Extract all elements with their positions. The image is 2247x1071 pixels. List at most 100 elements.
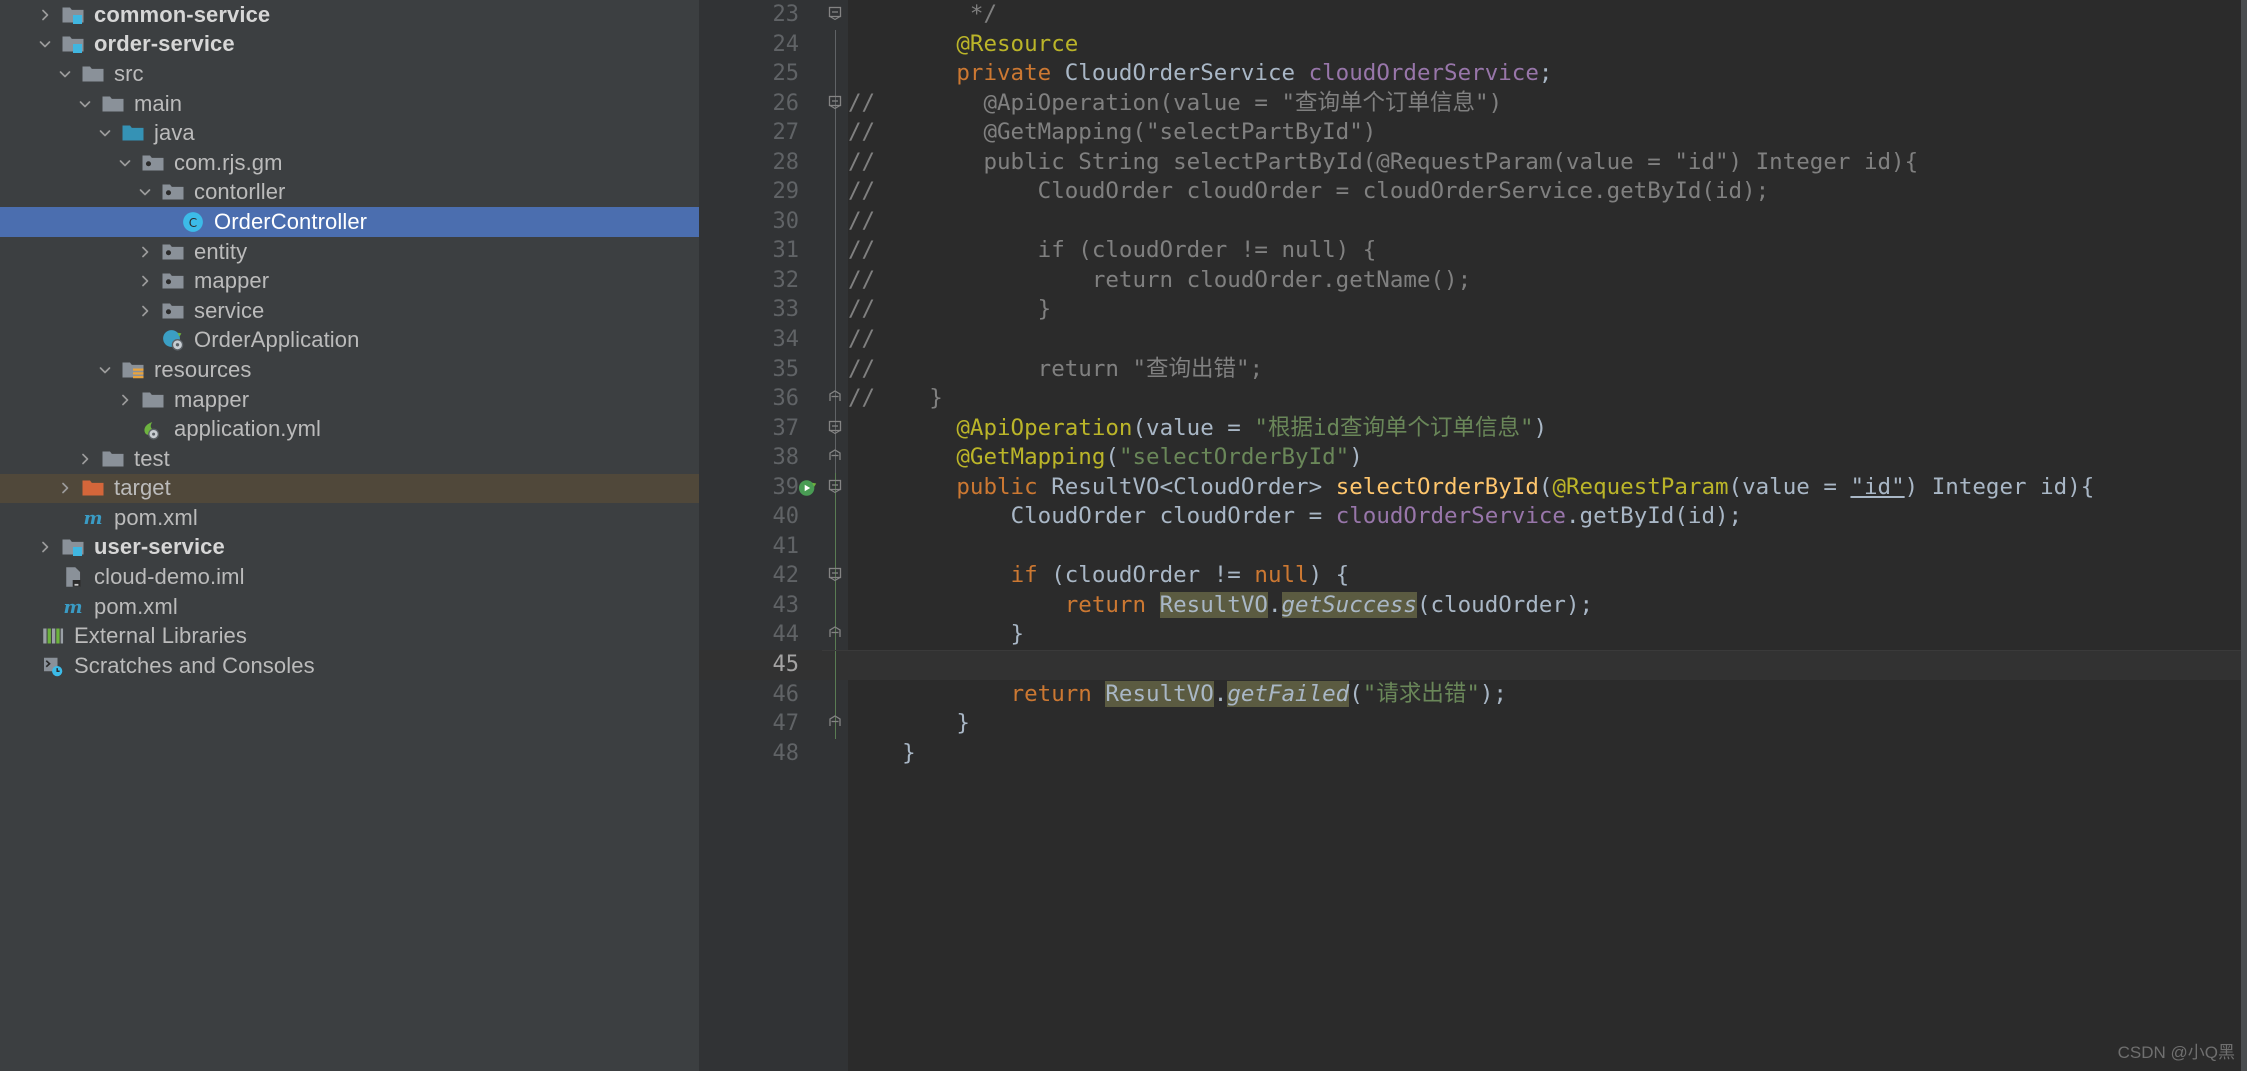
chevron-right-icon[interactable] (132, 243, 158, 261)
tree-item-label: OrderApplication (194, 327, 360, 353)
run-gutter-icon[interactable] (797, 477, 819, 499)
chevron-down-icon[interactable] (32, 35, 58, 53)
code-line[interactable]: 39 public ResultVO<CloudOrder> selectOrd… (699, 472, 2247, 503)
chevron-down-icon[interactable] (72, 95, 98, 113)
chevron-down-icon[interactable] (112, 154, 138, 172)
code-text: // return cloudOrder.getName(); (848, 266, 1472, 293)
code-line[interactable]: 29 // CloudOrder cloudOrder = cloudOrderS… (699, 177, 2247, 207)
java-class-icon: C (178, 210, 208, 234)
tree-item-src[interactable]: src (0, 59, 699, 89)
code-editor[interactable]: 23 */24 @Resource 25 private CloudOrderSe… (699, 0, 2247, 1071)
line-number: 43 (772, 592, 800, 618)
package-icon (158, 269, 188, 293)
tree-item-external-libraries[interactable]: External Libraries (0, 621, 699, 651)
code-line[interactable]: 37 @ApiOperation(value = "根据id查询单个订单信息") (699, 413, 2247, 444)
chevron-down-icon[interactable] (92, 361, 118, 379)
code-line[interactable]: 25 private CloudOrderService cloudOrderS… (699, 59, 2247, 89)
tree-item-resources[interactable]: resources (0, 355, 699, 385)
code-line[interactable]: 45 (699, 650, 2247, 680)
tree-item-common-service[interactable]: common-service (0, 0, 699, 30)
code-text: // if (cloudOrder != null) { (848, 237, 1377, 264)
code-line[interactable]: 28 // public String selectPartById(@Reque… (699, 147, 2247, 178)
editor-scrollbar[interactable] (2241, 0, 2247, 1071)
tree-item-label: application.yml (174, 416, 322, 442)
project-tool-window[interactable]: common-service order-service src main java co… (0, 0, 699, 1071)
code-line[interactable]: 48 } (699, 739, 2247, 769)
code-line[interactable]: 27 // @GetMapping("selectPartById") (699, 118, 2247, 148)
tree-item-ordercontroller[interactable]: C OrderController (0, 207, 699, 237)
line-number: 37 (772, 415, 800, 441)
tree-item-cloud-demo-iml[interactable]: cloud-demo.iml (0, 562, 699, 592)
tree-item-java[interactable]: java (0, 118, 699, 148)
tree-item-scratches-and-consoles[interactable]: Scratches and Consoles (0, 651, 699, 681)
chevron-down-icon[interactable] (92, 124, 118, 142)
external-libraries-icon (38, 624, 68, 648)
tree-item-mapper[interactable]: mapper (0, 266, 699, 296)
tree-item-label: pom.xml (114, 504, 198, 530)
code-line[interactable]: 23 */ (699, 0, 2247, 30)
tree-item-pom-xml[interactable]: m pom.xml (0, 503, 699, 533)
code-text: // } (848, 385, 943, 412)
line-number: 38 (772, 445, 800, 471)
fold-end-icon[interactable] (825, 384, 845, 414)
fold-collapse-icon[interactable] (825, 414, 845, 444)
chevron-right-icon[interactable] (72, 450, 98, 468)
chevron-right-icon[interactable] (132, 272, 158, 290)
code-line[interactable]: 40 CloudOrder cloudOrder = cloudOrderSer… (699, 502, 2247, 532)
code-line[interactable]: 26 // @ApiOperation(value = "查询单个订单信息") (699, 88, 2247, 119)
code-line[interactable]: 47 } (699, 709, 2247, 739)
code-line[interactable]: 46 return ResultVO.getFailed("请求出错"); (699, 679, 2247, 710)
code-text: // } (848, 296, 1052, 323)
spring-yaml-icon (138, 417, 168, 441)
code-line[interactable]: 30 // (699, 206, 2247, 237)
chevron-right-icon[interactable] (132, 302, 158, 320)
code-line[interactable]: 43 return ResultVO.getSuccess(cloudOrder… (699, 590, 2247, 621)
chevron-right-icon[interactable] (52, 479, 78, 497)
code-line[interactable]: 44 } (699, 620, 2247, 651)
tree-item-label: user-service (94, 534, 225, 560)
code-line[interactable]: 36 // } (699, 384, 2247, 414)
chevron-right-icon[interactable] (32, 6, 58, 24)
tree-item-label: java (154, 120, 195, 146)
package-icon (158, 240, 188, 264)
tree-item-mapper[interactable]: mapper (0, 385, 699, 415)
code-line[interactable]: 34 // (699, 325, 2247, 355)
code-line[interactable]: 41 (699, 531, 2247, 562)
code-line[interactable]: 33 // } (699, 295, 2247, 326)
chevron-down-icon[interactable] (52, 65, 78, 83)
chevron-down-icon[interactable] (132, 183, 158, 201)
tree-item-application-yml[interactable]: application.yml (0, 414, 699, 444)
tree-item-orderapplication[interactable]: OrderApplication (0, 326, 699, 356)
chevron-right-icon[interactable] (32, 538, 58, 556)
fold-end-icon[interactable] (825, 620, 845, 650)
fold-collapse-icon[interactable] (825, 561, 845, 591)
tree-item-service[interactable]: service (0, 296, 699, 326)
fold-region-line (834, 59, 836, 89)
fold-end-icon[interactable] (825, 443, 845, 473)
tree-item-user-service[interactable]: user-service (0, 533, 699, 563)
tree-item-contorller[interactable]: contorller (0, 178, 699, 208)
tree-item-pom-xml[interactable]: m pom.xml (0, 592, 699, 622)
code-line[interactable]: 35 // return "查询出错"; (699, 354, 2247, 385)
fold-collapse-icon[interactable] (825, 89, 845, 119)
ide-window: common-service order-service src main java co… (0, 0, 2247, 1071)
fold-region-line (834, 177, 836, 207)
code-line[interactable]: 38 @GetMapping("selectOrderById") (699, 443, 2247, 473)
folder-icon (98, 447, 128, 471)
fold-collapse-icon[interactable] (825, 0, 845, 30)
tree-item-test[interactable]: test (0, 444, 699, 474)
code-line[interactable]: 32 // return cloudOrder.getName(); (699, 265, 2247, 296)
tree-item-order-service[interactable]: order-service (0, 30, 699, 60)
line-number: 44 (772, 622, 800, 648)
tree-item-com-rjs-gm[interactable]: com.rjs.gm (0, 148, 699, 178)
code-line[interactable]: 31 // if (cloudOrder != null) { (699, 236, 2247, 266)
code-line[interactable]: 42 if (cloudOrder != null) { (699, 561, 2247, 591)
tree-item-target[interactable]: target (0, 473, 699, 504)
fold-end-icon[interactable] (825, 709, 845, 739)
chevron-right-icon[interactable] (112, 391, 138, 409)
fold-collapse-icon[interactable] (825, 473, 845, 503)
tree-item-main[interactable]: main (0, 89, 699, 119)
package-icon (158, 180, 188, 204)
tree-item-entity[interactable]: entity (0, 237, 699, 267)
code-line[interactable]: 24 @Resource (699, 29, 2247, 60)
